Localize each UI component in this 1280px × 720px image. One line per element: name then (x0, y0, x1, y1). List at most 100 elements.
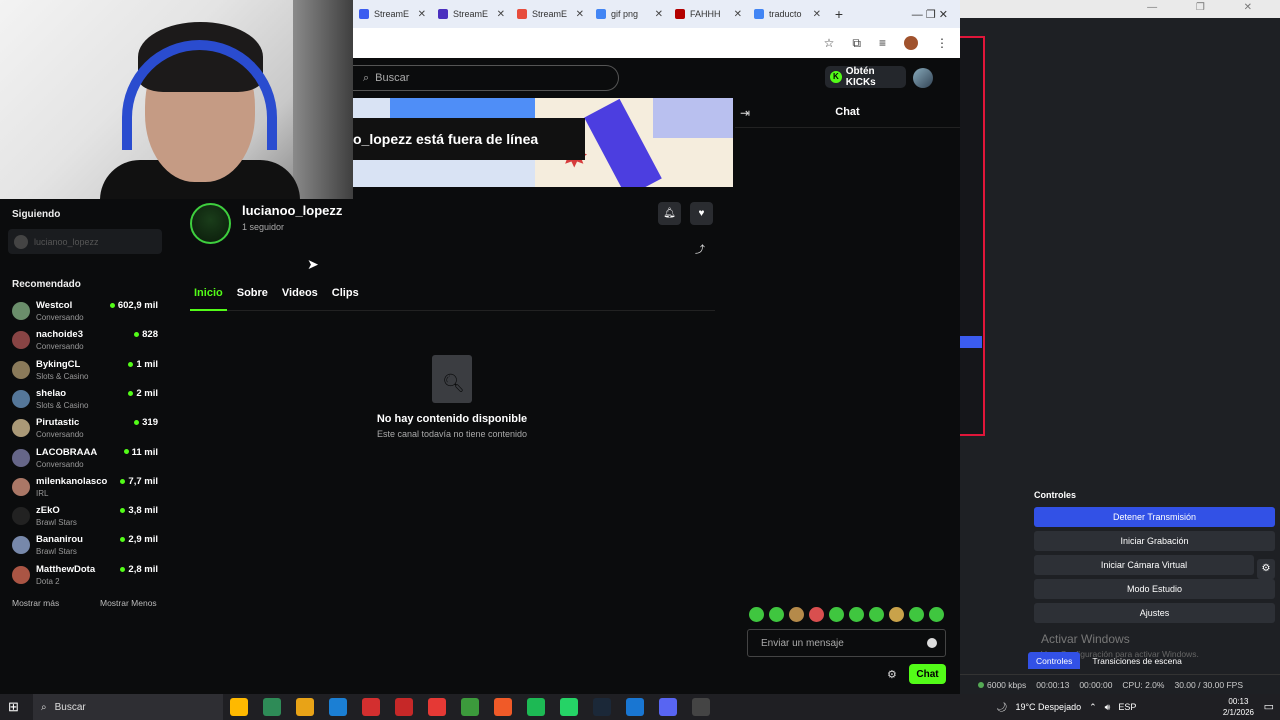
taskbar-app-icon[interactable] (263, 698, 281, 716)
recommended-channel[interactable]: BykingCL Slots & Casino 1 mil (12, 358, 162, 386)
emote-icon[interactable] (749, 607, 764, 622)
taskbar-app-icon[interactable] (593, 698, 611, 716)
window-controls[interactable]: — ❐ ✕ (912, 8, 960, 21)
taskbar-app-icon[interactable] (494, 698, 512, 716)
close-tab-icon[interactable]: ✕ (497, 9, 505, 20)
browser-tab-label: StreamE (374, 9, 410, 19)
browser-tab[interactable]: StreamE ✕ (511, 0, 590, 28)
dock-tab-transitions[interactable]: Transiciones de escena (1084, 652, 1189, 669)
taskbar-search-placeholder: Buscar (54, 701, 86, 713)
chat-send-button[interactable]: Chat (909, 664, 946, 684)
stop-streaming-button[interactable]: Detener Transmisión (1034, 507, 1275, 527)
recommended-channel[interactable]: zEkO Brawl Stars 3,8 mil (12, 504, 162, 532)
dock-tab-controls[interactable]: Controles (1028, 652, 1081, 669)
taskbar-app-icon[interactable] (428, 698, 446, 716)
emote-icon[interactable] (869, 607, 884, 622)
taskbar-app-icon[interactable] (395, 698, 413, 716)
channel-tabs: Inicio Sobre Videos Clips (190, 287, 715, 311)
recommended-channel[interactable]: milenkanolasco IRL 7,7 mil (12, 475, 162, 503)
channel-category: Conversando (36, 313, 84, 322)
tab-sobre[interactable]: Sobre (233, 287, 272, 311)
language-indicator[interactable]: ESP (1118, 702, 1136, 712)
show-less-link[interactable]: Mostrar Menos (100, 598, 157, 608)
recommended-channel[interactable]: LACOBRAAA Conversando 11 mil (12, 446, 162, 474)
close-tab-icon[interactable]: ✕ (655, 9, 663, 20)
settings-button[interactable]: Ajustes (1034, 603, 1275, 623)
browser-tab[interactable]: traducto ✕ (748, 0, 827, 28)
emote-icon[interactable] (909, 607, 924, 622)
follow-button[interactable]: ♥ (690, 202, 713, 225)
following-item[interactable]: lucianoo_lopezz (8, 229, 162, 254)
emote-icon[interactable] (929, 607, 944, 622)
taskbar-app-icon[interactable] (230, 698, 248, 716)
taskbar-app-icon[interactable] (296, 698, 314, 716)
recommended-channel[interactable]: shelao Slots & Casino 2 mil (12, 387, 162, 415)
close-tab-icon[interactable]: ✕ (734, 9, 742, 20)
channel-category: Conversando (36, 459, 84, 469)
taskbar-app-icon[interactable] (659, 698, 677, 716)
recommended-channel[interactable]: Westcol Conversando 602,9 mil (12, 299, 162, 327)
recommended-channel[interactable]: Bananirou Brawl Stars 2,9 mil (12, 533, 162, 561)
bookmark-star-icon[interactable]: ☆ (824, 36, 835, 50)
obs-preview[interactable] (960, 36, 985, 436)
emote-icon[interactable] (809, 607, 824, 622)
browser-tab[interactable]: StreamE ✕ (432, 0, 511, 28)
close-tab-icon[interactable]: ✕ (813, 9, 821, 20)
profile-icon[interactable] (904, 36, 918, 50)
taskbar-app-icon[interactable] (362, 698, 380, 716)
taskbar-search[interactable]: ⌕ Buscar (33, 694, 223, 720)
close-tab-icon[interactable]: ✕ (576, 9, 584, 20)
search-input[interactable]: ⌕ Buscar (353, 65, 619, 91)
taskbar-app-icon[interactable] (329, 698, 347, 716)
chat-message-input[interactable]: Enviar un mensaje (747, 629, 946, 657)
channel-name: MatthewDota (36, 563, 96, 575)
recommended-channel[interactable]: Pirutastic Conversando 319 (12, 416, 162, 444)
tab-clips[interactable]: Clips (328, 287, 363, 311)
emote-icon[interactable] (789, 607, 804, 622)
windows-start-icon[interactable]: ⊞ (8, 699, 19, 715)
avatar (12, 389, 30, 408)
channel-name: Pirutastic (36, 417, 80, 429)
taskbar-app-icon[interactable] (527, 698, 545, 716)
recommended-channel[interactable]: nachoide3 Conversando 828 (12, 328, 162, 356)
volume-icon[interactable]: 🔊︎ (1105, 702, 1111, 713)
recommended-channel[interactable]: MatthewDota Dota 2 2,8 mil (12, 563, 162, 591)
emote-icon[interactable] (829, 607, 844, 622)
obs-titlebar: — ❐ ✕ (960, 0, 1280, 18)
taskbar-app-icon[interactable] (560, 698, 578, 716)
studio-mode-button[interactable]: Modo Estudio (1034, 579, 1275, 599)
extensions-icon[interactable]: ⧉ (852, 36, 861, 51)
new-tab-button[interactable]: + (827, 6, 851, 22)
share-icon[interactable]: ⤴ (695, 241, 705, 256)
chat-settings-gear-icon[interactable]: ⚙ (887, 668, 897, 681)
tab-videos[interactable]: Videos (278, 287, 322, 311)
start-virtual-camera-button[interactable]: Iniciar Cámara Virtual (1034, 555, 1254, 575)
notifications-icon[interactable]: ▭ (1264, 700, 1274, 713)
obs-source-selection[interactable] (960, 336, 982, 348)
start-recording-button[interactable]: Iniciar Grabación (1034, 531, 1275, 551)
taskbar-clock[interactable]: 00:13 2/1/2026 (1223, 696, 1254, 718)
emote-icon[interactable] (889, 607, 904, 622)
notification-bell-button[interactable]: 🔔︎ (658, 202, 681, 225)
taskbar-app-icon[interactable] (692, 698, 710, 716)
obs-window-controls[interactable]: — ❐ ✕ (1147, 2, 1270, 13)
taskbar-app-icon[interactable] (626, 698, 644, 716)
menu-icon[interactable]: ⋮ (936, 36, 948, 50)
browser-tab[interactable]: FAHHH ✕ (669, 0, 748, 28)
show-more-link[interactable]: Mostrar más (12, 598, 59, 608)
close-tab-icon[interactable]: ✕ (418, 9, 426, 20)
emote-icon[interactable] (769, 607, 784, 622)
get-kicks-button[interactable]: K Obtén KICKs (825, 66, 906, 88)
taskbar-app-icon[interactable] (461, 698, 479, 716)
tab-inicio[interactable]: Inicio (190, 287, 227, 311)
viewer-count: 1 mil (128, 359, 158, 370)
tray-chevron-icon[interactable]: ⌃ (1089, 702, 1097, 713)
emote-icon[interactable] (849, 607, 864, 622)
reading-list-icon[interactable]: ≡ (879, 36, 886, 50)
virtual-camera-settings-gear-icon[interactable]: ⚙ (1257, 559, 1275, 579)
channel-avatar[interactable] (190, 203, 231, 244)
user-avatar[interactable] (913, 68, 933, 88)
browser-tab[interactable]: gif png ✕ (590, 0, 669, 28)
emoji-picker-icon[interactable] (927, 638, 937, 648)
browser-tab[interactable]: StreamE ✕ (353, 0, 432, 28)
